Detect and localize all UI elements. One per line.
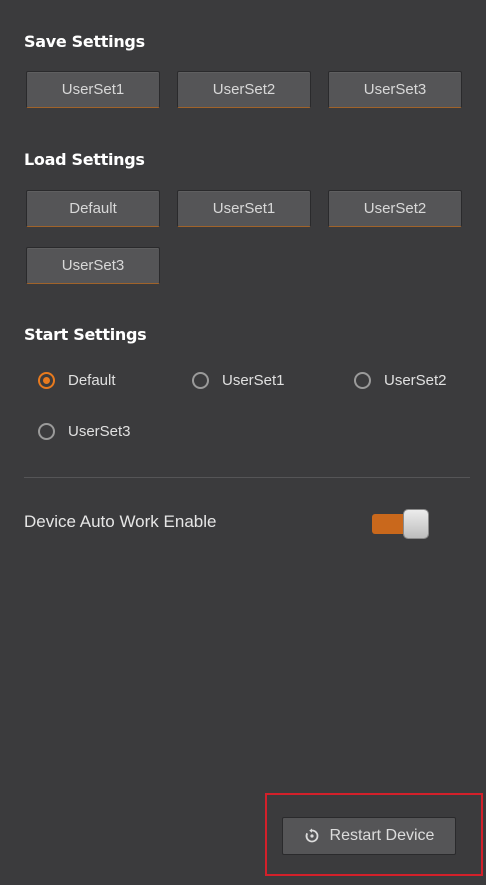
radio-label: Default <box>68 372 116 389</box>
radio-label: UserSet2 <box>384 372 447 389</box>
start-radio-userset1[interactable]: UserSet1 <box>192 372 285 389</box>
device-auto-work-toggle[interactable] <box>372 510 428 538</box>
toggle-knob[interactable] <box>404 510 428 538</box>
load-userset1-button[interactable]: UserSet1 <box>177 190 311 227</box>
section-divider <box>24 477 470 478</box>
save-userset1-button[interactable]: UserSet1 <box>26 71 160 108</box>
radio-unchecked-icon <box>192 372 209 389</box>
settings-panel: Save Settings UserSet1 UserSet2 UserSet3… <box>0 0 486 885</box>
save-settings-title: Save Settings <box>24 32 145 51</box>
restart-device-label: Restart Device <box>329 827 435 844</box>
start-settings-title: Start Settings <box>24 325 147 344</box>
save-userset3-button[interactable]: UserSet3 <box>328 71 462 108</box>
start-radio-userset2[interactable]: UserSet2 <box>354 372 447 389</box>
radio-checked-icon <box>38 372 55 389</box>
radio-label: UserSet1 <box>222 372 285 389</box>
load-settings-title: Load Settings <box>24 150 145 169</box>
save-userset2-button[interactable]: UserSet2 <box>177 71 311 108</box>
radio-unchecked-icon <box>38 423 55 440</box>
start-radio-default[interactable]: Default <box>38 372 116 389</box>
start-radio-userset3[interactable]: UserSet3 <box>38 423 131 440</box>
restart-device-button[interactable]: Restart Device <box>282 817 456 855</box>
load-userset2-button[interactable]: UserSet2 <box>328 190 462 227</box>
radio-unchecked-icon <box>354 372 371 389</box>
device-auto-work-label: Device Auto Work Enable <box>24 512 217 531</box>
load-userset3-button[interactable]: UserSet3 <box>26 247 160 284</box>
load-default-button[interactable]: Default <box>26 190 160 227</box>
restart-icon <box>304 828 320 844</box>
radio-label: UserSet3 <box>68 423 131 440</box>
